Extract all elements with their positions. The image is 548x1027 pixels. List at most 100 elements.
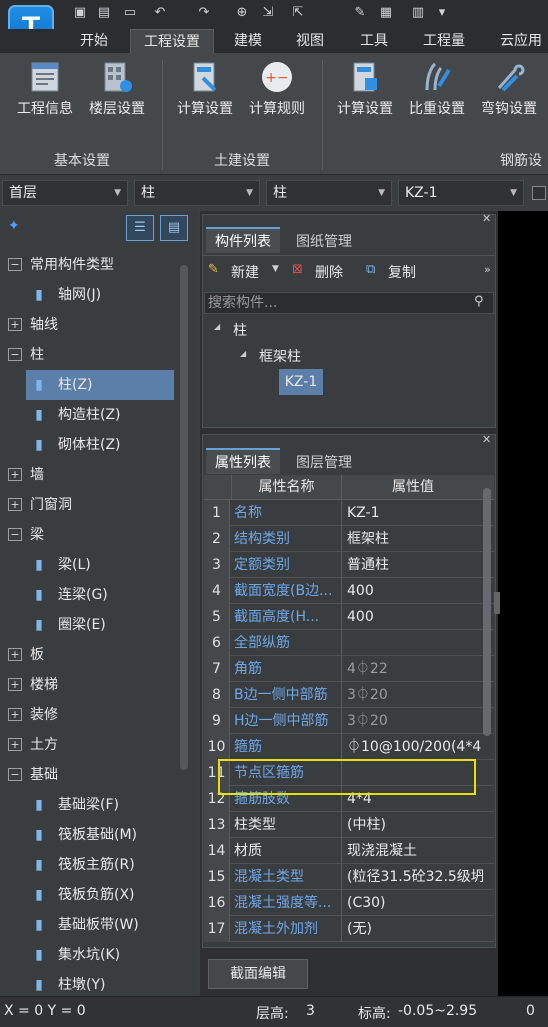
export-icon[interactable]: ⇱ (290, 5, 306, 21)
more-icon[interactable]: » (484, 263, 491, 276)
density-settings-button[interactable]: 比重设置 (400, 58, 474, 128)
tree-item[interactable]: ▮ 构造柱(Z) (0, 400, 178, 430)
import-icon[interactable]: ⇲ (260, 5, 276, 21)
hook-settings-button[interactable]: 弯钩设置 (472, 58, 546, 128)
property-value[interactable]: 普通柱 (343, 552, 483, 578)
property-row[interactable]: 17 混凝土外加剂 (无) (204, 916, 494, 942)
floor-select[interactable]: 首层 ▼ (2, 180, 128, 206)
tab-quantity[interactable]: 工程量 (410, 29, 478, 53)
collapse-icon[interactable]: − (8, 768, 22, 781)
property-scrollbar[interactable] (483, 488, 491, 736)
copy-button[interactable]: 复制 (388, 262, 416, 282)
property-row[interactable]: 3 定额类别 普通柱 (204, 552, 494, 578)
close-icon[interactable]: ✕ (482, 212, 491, 225)
tree-group[interactable]: − 常用构件类型 (0, 250, 178, 280)
new-button[interactable]: 新建 (231, 262, 259, 282)
tree-item[interactable]: ▮ 柱(Z) (26, 370, 174, 400)
tree-leaf-kz1[interactable]: KZ-1 (279, 369, 323, 395)
property-value[interactable]: (中柱) (343, 812, 483, 838)
property-value[interactable]: 400 (343, 578, 483, 604)
property-row[interactable]: 15 混凝土类型 (粒径31.5砼32.5级坍 (204, 864, 494, 890)
tree-item[interactable]: ▮ 砌体柱(Z) (0, 430, 178, 460)
property-row[interactable]: 7 角筋 4⏀22 (204, 656, 494, 682)
tree-group[interactable]: − 柱 (0, 340, 178, 370)
property-row[interactable]: 8 B边一侧中部筋 3⏀20 (204, 682, 494, 708)
project-info-button[interactable]: 工程信息 (8, 58, 82, 128)
open-icon[interactable]: ▭ (122, 5, 138, 21)
property-value[interactable]: 现浇混凝土 (343, 838, 483, 864)
property-value[interactable]: (无) (343, 916, 483, 942)
property-value[interactable]: (粒径31.5砼32.5级坍 (343, 864, 483, 890)
property-value[interactable]: ⏀10@100/200(4*4 (343, 734, 483, 760)
undo-icon[interactable]: ↶ (152, 5, 168, 21)
property-value[interactable] (343, 630, 483, 656)
expand-icon[interactable]: + (8, 498, 22, 511)
magic-wand-icon[interactable]: ✦ (8, 218, 20, 234)
expand-icon[interactable]: + (8, 708, 22, 721)
tab-layer-management[interactable]: 图层管理 (284, 448, 364, 474)
collapse-icon[interactable]: − (8, 258, 22, 271)
tree-group[interactable]: + 轴线 (0, 310, 178, 340)
component-search-input[interactable]: 搜索构件... (204, 292, 494, 314)
chevron-down-icon[interactable]: ▼ (272, 264, 279, 274)
property-row[interactable]: 2 结构类别 框架柱 (204, 526, 494, 552)
tree-group[interactable]: + 墙 (0, 460, 178, 490)
civil-calc-settings-button[interactable]: 计算设置 (168, 58, 242, 128)
panel-view-icon[interactable]: ▤ (160, 215, 188, 241)
expand-icon[interactable]: + (8, 468, 22, 481)
search-icon[interactable]: ⚲ (474, 294, 484, 309)
collapse-icon[interactable]: − (8, 348, 22, 361)
property-row[interactable]: 14 材质 现浇混凝土 (204, 838, 494, 864)
tab-drawing-management[interactable]: 图纸管理 (284, 227, 364, 253)
tab-cloud[interactable]: 云应用 (486, 29, 548, 53)
tree-group[interactable]: + 土方 (0, 730, 178, 760)
tab-start[interactable]: 开始 (64, 29, 124, 53)
delete-button[interactable]: 删除 (315, 262, 343, 282)
tree-item[interactable]: ▮ 筏板负筋(X) (0, 880, 178, 910)
expand-icon[interactable]: + (8, 738, 22, 751)
list-view-icon[interactable]: ☰ (126, 215, 154, 241)
brush-icon[interactable]: ✎ (352, 5, 368, 21)
property-row[interactable]: 5 截面高度(H... 400 (204, 604, 494, 630)
tree-group[interactable]: + 楼梯 (0, 670, 178, 700)
tree-item[interactable]: ▮ 集水坑(K) (0, 940, 178, 970)
grid-icon[interactable]: ▦ (378, 5, 394, 21)
expand-triangle-icon[interactable]: ◢ (240, 349, 246, 358)
ruler-icon[interactable]: ▥ (410, 5, 426, 21)
snap-icon[interactable]: ⊕ (234, 5, 250, 21)
category-select[interactable]: 柱 ▼ (134, 180, 260, 206)
tree-root-column[interactable]: 柱 (233, 320, 247, 340)
checkbox[interactable] (532, 186, 546, 200)
tree-item[interactable]: ▮ 轴网(J) (0, 280, 178, 310)
splitter-handle[interactable] (494, 592, 500, 614)
calc-rules-button[interactable]: +− 计算规则 (240, 58, 314, 128)
customize-icon[interactable]: ▾ (434, 5, 450, 21)
tree-group[interactable]: + 板 (0, 640, 178, 670)
property-value[interactable]: 3⏀20 (343, 708, 483, 734)
expand-triangle-icon[interactable]: ◢ (214, 322, 220, 331)
property-value[interactable]: 4⏀22 (343, 656, 483, 682)
property-value[interactable]: 框架柱 (343, 526, 483, 552)
property-value[interactable]: 3⏀20 (343, 682, 483, 708)
property-row[interactable]: 6 全部纵筋 (204, 630, 494, 656)
property-row[interactable]: 13 柱类型 (中柱) (204, 812, 494, 838)
redo-icon[interactable]: ↷ (196, 5, 212, 21)
tree-item[interactable]: ▮ 筏板基础(M) (0, 820, 178, 850)
property-row[interactable]: 1 名称 KZ-1 (204, 500, 494, 526)
new-icon[interactable]: ▣ (72, 5, 88, 21)
tree-item[interactable]: ▮ 基础梁(F) (0, 790, 178, 820)
drawing-canvas[interactable] (498, 211, 548, 996)
expand-icon[interactable]: + (8, 318, 22, 331)
property-value[interactable]: 400 (343, 604, 483, 630)
tab-tools[interactable]: 工具 (346, 29, 402, 53)
property-row[interactable]: 4 截面宽度(B边... 400 (204, 578, 494, 604)
save-icon[interactable]: ▤ (96, 5, 112, 21)
tab-project-settings[interactable]: 工程设置 (130, 29, 214, 53)
tree-item[interactable]: ▮ 筏板主筋(R) (0, 850, 178, 880)
component-select[interactable]: KZ-1 ▼ (398, 180, 524, 206)
floor-settings-button[interactable]: 楼层设置 (80, 58, 154, 128)
tree-group[interactable]: + 装修 (0, 700, 178, 730)
tree-group[interactable]: − 基础 (0, 760, 178, 790)
tree-item[interactable]: ▮ 圈梁(E) (0, 610, 178, 640)
expand-icon[interactable]: + (8, 678, 22, 691)
